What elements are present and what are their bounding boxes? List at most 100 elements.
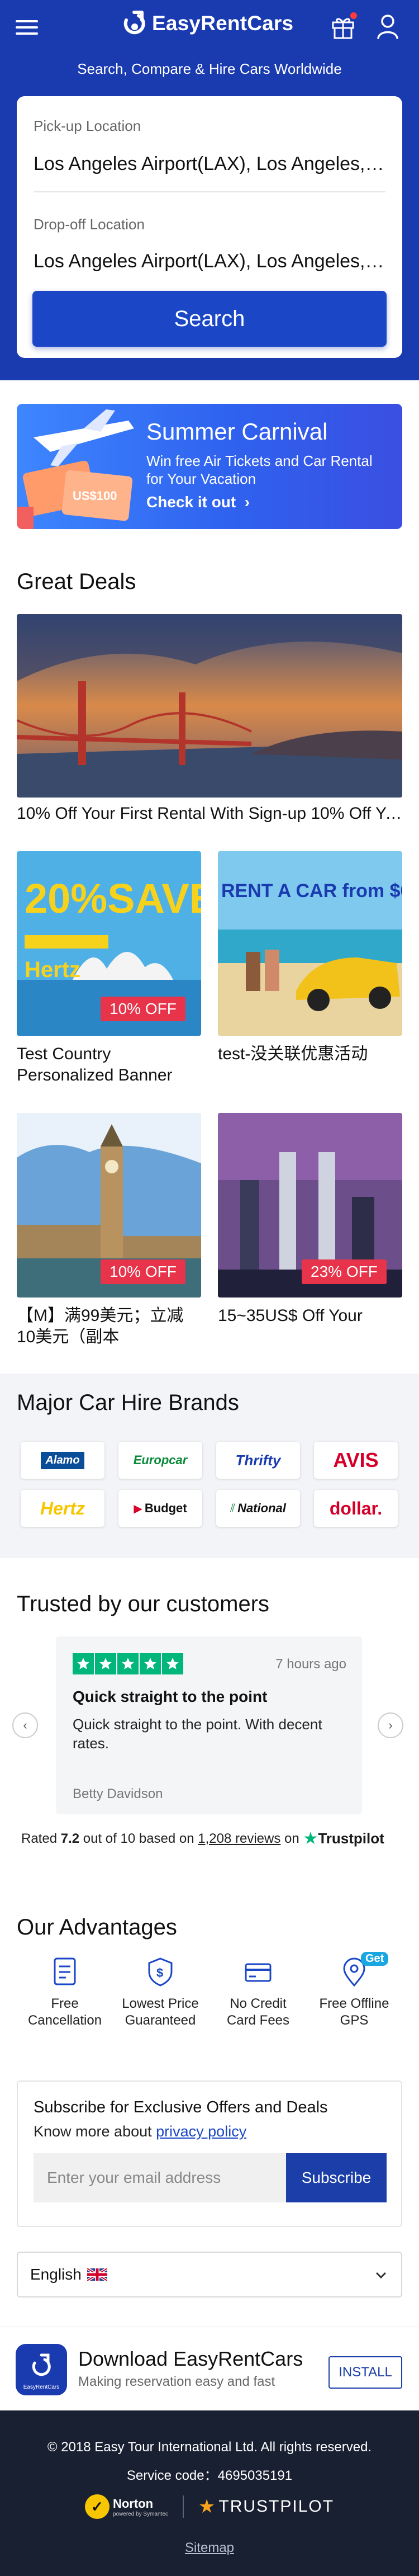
deal-image-text: 20%SAVE (25, 875, 201, 922)
pickup-label: Pick-up Location (34, 117, 141, 134)
chevron-left-icon[interactable]: ‹ (12, 1712, 38, 1738)
menu-icon[interactable] (16, 20, 38, 37)
advantage-label: No Credit Card Fees (226, 1996, 290, 2028)
install-button[interactable]: INSTALL (328, 2356, 402, 2389)
email-field[interactable] (34, 2153, 286, 2202)
language-label: English (30, 2266, 82, 2283)
reviews-link[interactable]: 1,208 reviews (198, 1831, 280, 1847)
trustpilot-logo[interactable]: Trustpilot (318, 1830, 384, 1847)
credit-card-icon (245, 1963, 272, 1982)
shield-dollar-icon: $ (148, 1957, 173, 1987)
budget-icon: ▶ (134, 1502, 142, 1515)
trust-logos: ✓ Norton powered by Symantec ★ TRUSTPILO… (0, 2494, 419, 2519)
chevron-right-icon: › (240, 493, 250, 511)
review-title: Quick straight to the point (73, 1688, 268, 1705)
app-icon: EasyRentCars (16, 2344, 67, 2395)
search-button[interactable]: Search (32, 291, 387, 347)
logo-mark-icon (123, 11, 145, 35)
promo-link-label: Check it out (146, 493, 236, 511)
discount-badge: 10% OFF (101, 997, 185, 1021)
national-icon: ⫽ (230, 1502, 236, 1515)
coupon-text: US$100 (73, 489, 117, 503)
trustpilot-badge[interactable]: ★ TRUSTPILOT (198, 2495, 334, 2518)
featured-deal-caption[interactable]: 10% Off Your First Rental With Sign-up 1… (17, 803, 402, 824)
deal-caption[interactable]: 【M】满99美元；立减10美元（副本 (17, 1305, 201, 1348)
brand-logo[interactable]: EasyRentCars (122, 10, 293, 37)
subscribe-text: Know more about privacy policy (34, 2123, 246, 2140)
brand-label: Europcar (133, 1453, 188, 1467)
brand-thrifty[interactable]: Thrifty (216, 1442, 300, 1479)
sitemap-link[interactable]: Sitemap (0, 2540, 419, 2556)
deal-caption[interactable]: Test Country Personalized Banner (17, 1044, 201, 1086)
featured-deal-image[interactable] (17, 614, 402, 798)
star-icon (73, 1653, 94, 1674)
trust-title: Trusted by our customers (17, 1592, 270, 1616)
copyright-text: © 2018 Easy Tour International Ltd. All … (47, 2440, 372, 2455)
brand-alamo[interactable]: Alamo (21, 1442, 104, 1479)
subscribe-box: Subscribe for Exclusive Offers and Deals… (17, 2080, 402, 2227)
brand-label: Budget (144, 1501, 187, 1515)
chevron-right-icon[interactable]: › (378, 1712, 403, 1738)
trustpilot-star-icon: ★ (198, 2496, 216, 2517)
notification-dot (350, 12, 357, 19)
brand-national[interactable]: ⫽ National (216, 1490, 300, 1527)
review-card: 7 hours ago Quick straight to the point … (56, 1636, 362, 1814)
promo-check-link[interactable]: Check it out › (146, 493, 250, 511)
brand-budget[interactable]: ▶ Budget (118, 1490, 202, 1527)
subscribe-title: Subscribe for Exclusive Offers and Deals (34, 2098, 328, 2116)
deal-image-beach-car[interactable]: RENT A CAR from $0 (218, 851, 402, 1036)
trustpilot-rating: Rated 7.2 out of 10 based on 1,208 revie… (21, 1829, 384, 1848)
language-select[interactable]: English (17, 2252, 402, 2297)
norton-sub: powered by Symantec (112, 2511, 168, 2517)
field-divider (34, 191, 385, 192)
footer: © 2018 Easy Tour International Ltd. All … (0, 2410, 419, 2576)
gift-icon[interactable] (331, 12, 357, 39)
brand-label: Hertz (40, 1498, 85, 1518)
brands-title: Major Car Hire Brands (17, 1390, 239, 1415)
uk-flag-icon (87, 2268, 107, 2281)
chevron-down-icon (375, 2272, 387, 2279)
review-time: 7 hours ago (275, 1657, 346, 1672)
rating-on: on (284, 1830, 299, 1846)
star-icon (140, 1653, 161, 1674)
rating-mid: out of 10 based on (83, 1830, 194, 1846)
star-icon (162, 1653, 183, 1674)
brand-label: Thrifty (235, 1451, 281, 1469)
advantage-label: Free Offline GPS (319, 1996, 389, 2028)
norton-badge[interactable]: ✓ Norton powered by Symantec (84, 2494, 168, 2519)
deal-caption[interactable]: test-没关联优惠活动 (218, 1044, 402, 1065)
rating-prefix: Rated (21, 1830, 58, 1846)
advantage-offline-gps: Get Free Offline GPS (310, 1952, 399, 2029)
advantage-free-cancellation: Free Cancellation (20, 1956, 109, 2029)
dropoff-location-field[interactable]: Los Angeles Airport(LAX), Los Angeles, C… (34, 251, 385, 272)
review-author: Betty Davidson (73, 1786, 163, 1801)
norton-label: Norton (112, 2496, 154, 2511)
hero-header: EasyRentCars Search, Compare & Hire Cars… (0, 0, 419, 380)
brand-label: Alamo (41, 1451, 84, 1469)
app-title: Download EasyRentCars (78, 2347, 303, 2370)
advantage-label: Lowest Price Guaranteed (122, 1996, 199, 2028)
advantage-label: Free Cancellation (27, 1996, 102, 2028)
brand-avis[interactable]: AVIS (314, 1442, 398, 1479)
brand-label: National (237, 1501, 286, 1515)
advantage-no-card-fees: No Credit Card Fees (213, 1956, 303, 2029)
brand-europcar[interactable]: Europcar (118, 1442, 202, 1479)
brand-label: AVIS (333, 1449, 379, 1471)
logo-divider (182, 2495, 184, 2518)
get-badge: Get (361, 1952, 389, 1966)
brand-hertz[interactable]: Hertz (21, 1490, 104, 1527)
brand-label: dollar. (329, 1498, 383, 1518)
brand-dollar[interactable]: dollar. (314, 1490, 398, 1527)
privacy-policy-link[interactable]: privacy policy (156, 2123, 246, 2140)
deal-caption[interactable]: 15~35US$ Off Your (218, 1305, 402, 1327)
advantage-lowest-price: $ Lowest Price Guaranteed (116, 1956, 205, 2029)
tagline: Search, Compare & Hire Cars Worldwide (77, 60, 342, 77)
dropoff-label: Drop-off Location (34, 216, 145, 233)
promo-title: Summer Carnival (146, 418, 328, 445)
user-icon[interactable] (377, 13, 399, 40)
subscribe-button[interactable]: Subscribe (286, 2153, 387, 2202)
summer-carnival-banner[interactable]: US$100 Summer Carnival Win free Air Tick… (17, 404, 402, 529)
trustpilot-star-icon: ★ (303, 1829, 318, 1848)
pickup-location-field[interactable]: Los Angeles Airport(LAX), Los Angeles, C… (34, 153, 385, 175)
star-icon (95, 1653, 116, 1674)
